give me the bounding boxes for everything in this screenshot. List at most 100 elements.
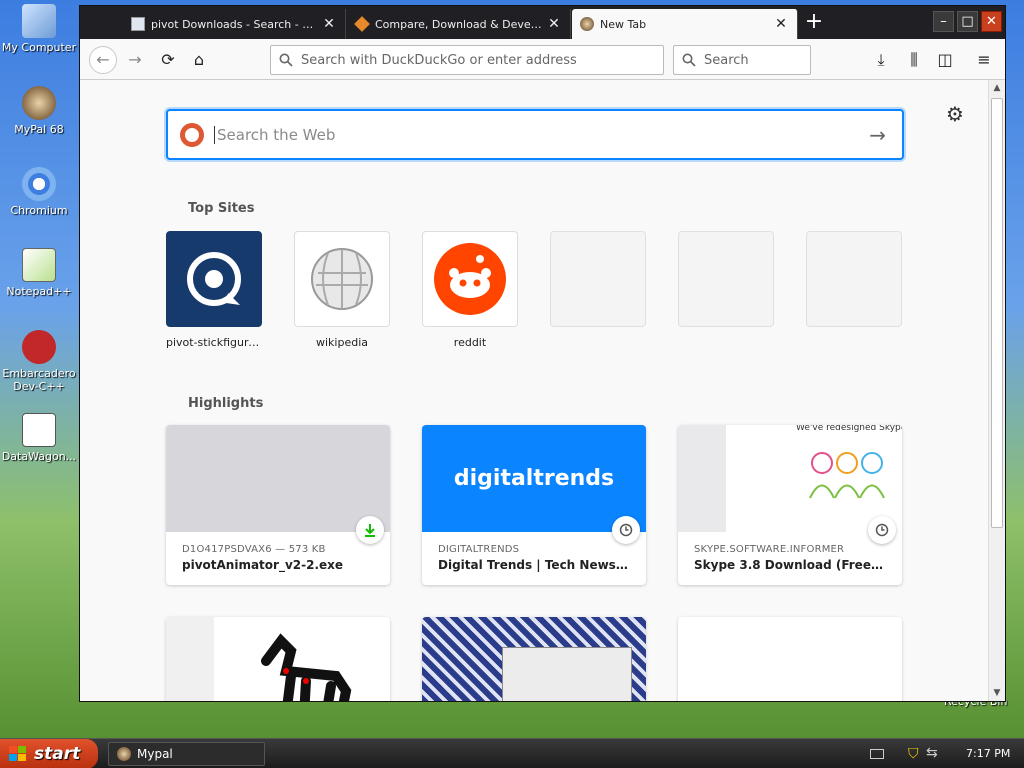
clock-icon	[868, 516, 896, 544]
mypal-icon	[117, 747, 131, 761]
highlight-source: SKYPE.SOFTWARE.INFORMER	[694, 544, 845, 555]
library-icon[interactable]: ⫼	[901, 47, 927, 73]
desktop-icon-label: DataWagon...	[1, 450, 77, 463]
menu-icon[interactable]: ≡	[971, 47, 997, 73]
downloads-icon[interactable]: ⤓	[868, 47, 894, 73]
top-site-label: pivot-stickfigure-a...	[166, 336, 262, 349]
navigation-toolbar: ← → ⟳ ⌂ Search with DuckDuckGo or enter …	[80, 39, 1005, 80]
back-arrow-icon[interactable]: ←	[89, 46, 117, 74]
highlight-card-dialog-screenshot[interactable]	[422, 617, 646, 701]
highlight-card-pivot-screenshot[interactable]	[166, 617, 390, 701]
tab-bar: pivot Downloads - Search - Filepuma ✕ Co…	[80, 6, 1005, 39]
keyboard-icon[interactable]	[870, 749, 884, 759]
dialog-thumbnail	[502, 647, 632, 701]
top-site-label: wikipedia	[315, 336, 368, 349]
highlight-thumbnail	[166, 425, 390, 544]
web-search-box[interactable]: Search the Web →	[166, 109, 904, 160]
search-icon	[279, 53, 293, 67]
tab-title: Compare, Download & Develop Open	[375, 17, 542, 31]
favicon-icon	[354, 16, 370, 32]
address-placeholder: Search with DuckDuckGo or enter address	[301, 52, 577, 68]
sidebar-icon[interactable]: ◫	[932, 47, 958, 73]
tab-pivot-downloads[interactable]: pivot Downloads - Search - Filepuma ✕	[123, 9, 346, 39]
tab-new-tab[interactable]: New Tab ✕	[572, 9, 798, 39]
highlight-source: D1O417PSDVAX6 — 573 KB	[182, 544, 326, 555]
arrow-right-icon[interactable]: →	[869, 123, 886, 147]
close-window-button[interactable]: ✕	[981, 11, 1002, 32]
highlight-source: DIGITALTRENDS	[438, 544, 520, 555]
tab-compare-download[interactable]: Compare, Download & Develop Open ✕	[347, 9, 571, 39]
desktop-icon-chromium[interactable]: Chromium	[0, 167, 78, 217]
close-tab-icon[interactable]: ✕	[546, 16, 562, 32]
top-site-wikipedia[interactable]: wikipedia	[294, 231, 390, 349]
taskbar: start Mypal ⛉ ⇆ 7:17 PM	[0, 738, 1024, 768]
highlight-thumbnail: We've redesigned Skype	[678, 425, 902, 544]
top-site-reddit[interactable]: reddit	[422, 231, 518, 349]
reddit-icon	[422, 231, 518, 327]
clock: 7:17 PM	[966, 747, 1011, 760]
highlight-card-pivot-download[interactable]: D1O417PSDVAX6 — 573 KB pivotAnimator_v2-…	[166, 425, 390, 585]
skype-illustration-icon	[809, 452, 885, 499]
new-tab-page: ⚙ Search the Web → Top Sites pivot-stick…	[80, 80, 988, 701]
desktop-icon-label: Chromium	[10, 204, 68, 217]
gear-icon[interactable]: ⚙	[946, 102, 964, 126]
document-icon	[22, 413, 56, 447]
close-tab-icon[interactable]: ✕	[773, 16, 789, 32]
network-icon[interactable]: ⇆	[926, 745, 938, 761]
vertical-scrollbar[interactable]: ▲ ▼	[988, 80, 1005, 701]
highlights-heading: Highlights	[188, 396, 264, 411]
tab-title: pivot Downloads - Search - Filepuma	[151, 17, 317, 31]
search-placeholder: Search	[704, 52, 749, 68]
desktop-icon-mypal[interactable]: MyPal 68	[0, 86, 78, 136]
mypal-favicon-icon	[580, 17, 594, 31]
desktop-icon-label: MyPal 68	[14, 123, 64, 136]
pivot-logo-icon	[166, 231, 262, 327]
favicon-icon	[131, 17, 145, 31]
desktop-icon-devcpp[interactable]: Embarcadero Dev-C++	[0, 330, 78, 393]
duckduckgo-icon	[180, 122, 204, 147]
tab-title: New Tab	[600, 17, 647, 31]
top-site-empty-slot[interactable]	[806, 231, 902, 327]
desktop-icon-label: My Computer	[1, 41, 77, 54]
highlight-card-empty[interactable]	[678, 617, 902, 701]
stick-horse-illustration-icon	[261, 633, 352, 701]
start-button[interactable]: start	[0, 739, 98, 768]
top-site-empty-slot[interactable]	[678, 231, 774, 327]
highlight-card-skype[interactable]: We've redesigned Skype SKYPE.SOFTWARE.IN…	[678, 425, 902, 585]
home-icon[interactable]: ⌂	[186, 47, 212, 73]
scroll-up-icon[interactable]: ▲	[989, 80, 1005, 96]
desktop-icon-datawagon[interactable]: DataWagon...	[0, 413, 78, 463]
taskbar-item-label: Mypal	[137, 747, 173, 761]
scroll-down-icon[interactable]: ▼	[989, 685, 1005, 701]
search-icon	[682, 53, 696, 67]
chromium-icon	[22, 167, 56, 201]
highlight-title: Digital Trends | Tech News, Revi...	[438, 558, 630, 572]
desktop-icon-notepadpp[interactable]: Notepad++	[0, 248, 78, 298]
download-icon	[356, 516, 384, 544]
search-bar[interactable]: Search	[673, 45, 811, 75]
top-site-pivot[interactable]: pivot-stickfigure-a...	[166, 231, 262, 349]
digitaltrends-logo: digitaltrends	[453, 466, 615, 491]
taskbar-item-mypal[interactable]: Mypal	[108, 742, 265, 766]
minimize-button[interactable]: –	[933, 11, 954, 32]
highlight-title: Skype 3.8 Download (Free) - Sky...	[694, 558, 886, 572]
highlight-card-digitaltrends[interactable]: digitaltrends DIGITALTRENDS Digital Tren…	[422, 425, 646, 585]
windows-flag-icon	[9, 746, 26, 761]
notepadpp-icon	[22, 248, 56, 282]
start-label: start	[34, 744, 81, 764]
top-site-empty-slot[interactable]	[550, 231, 646, 327]
forward-arrow-icon[interactable]: →	[122, 47, 148, 73]
shield-icon[interactable]: ⛉	[908, 746, 919, 762]
reload-icon[interactable]: ⟳	[155, 47, 181, 73]
web-search-placeholder: Search the Web	[214, 125, 869, 144]
browser-window: pivot Downloads - Search - Filepuma ✕ Co…	[79, 5, 1006, 702]
computer-icon	[22, 4, 56, 38]
maximize-button[interactable]: □	[957, 11, 978, 32]
desktop-icon-my-computer[interactable]: My Computer	[0, 4, 78, 54]
clock-icon	[612, 516, 640, 544]
close-tab-icon[interactable]: ✕	[321, 16, 337, 32]
highlight-thumbnail: digitaltrends	[422, 425, 646, 544]
new-tab-plus-icon[interactable]: +	[802, 10, 826, 36]
address-bar[interactable]: Search with DuckDuckGo or enter address	[270, 45, 664, 75]
scroll-thumb[interactable]	[991, 98, 1003, 528]
